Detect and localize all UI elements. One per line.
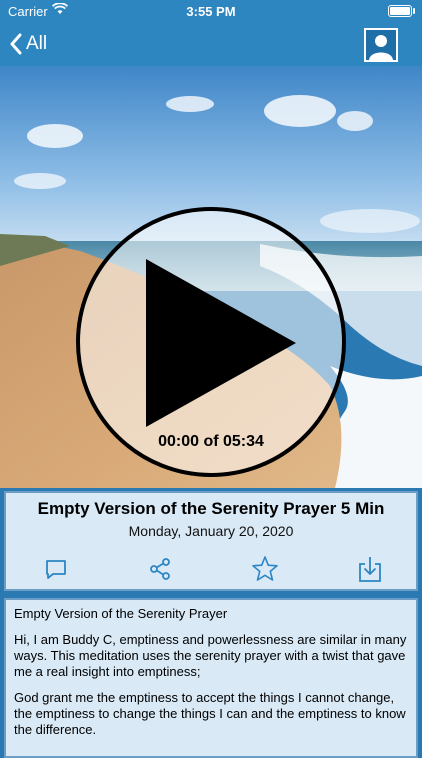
action-bar [6,555,416,583]
description-panel: Empty Version of the Serenity Prayer Hi,… [4,598,418,758]
status-bar: Carrier 3:55 PM [0,0,422,22]
star-icon [252,556,278,581]
clock: 3:55 PM [186,4,236,19]
playback-time: 00:00 of 05:34 [158,433,264,450]
back-label: All [26,33,48,54]
description-heading: Empty Version of the Serenity Prayer [14,606,228,621]
share-icon [150,558,170,580]
comment-button[interactable] [42,555,70,583]
episode-artwork: 00:00 of 05:34 [0,66,422,488]
back-button[interactable]: All [10,30,47,58]
user-avatar-icon [369,35,393,60]
episode-info-card: Empty Version of the Serenity Prayer 5 M… [4,491,418,591]
favorite-button[interactable] [251,555,279,583]
description-paragraph-1: Hi, I am Buddy C, emptiness and powerles… [14,632,407,679]
episode-title: Empty Version of the Serenity Prayer 5 M… [37,499,385,518]
description-paragraph-2: God grant me the emptiness to accept the… [14,690,406,737]
download-icon [359,557,381,582]
play-icon [146,259,296,427]
battery-icon [388,5,415,17]
share-button[interactable] [146,555,174,583]
profile-button[interactable] [364,28,398,62]
download-button[interactable] [356,555,384,583]
play-button[interactable]: 00:00 of 05:34 [76,207,346,477]
navigation-bar: All [0,22,422,66]
episode-date: Monday, January 20, 2020 [128,523,294,539]
speech-bubble-icon [46,560,66,579]
chevron-left-icon [10,33,22,55]
